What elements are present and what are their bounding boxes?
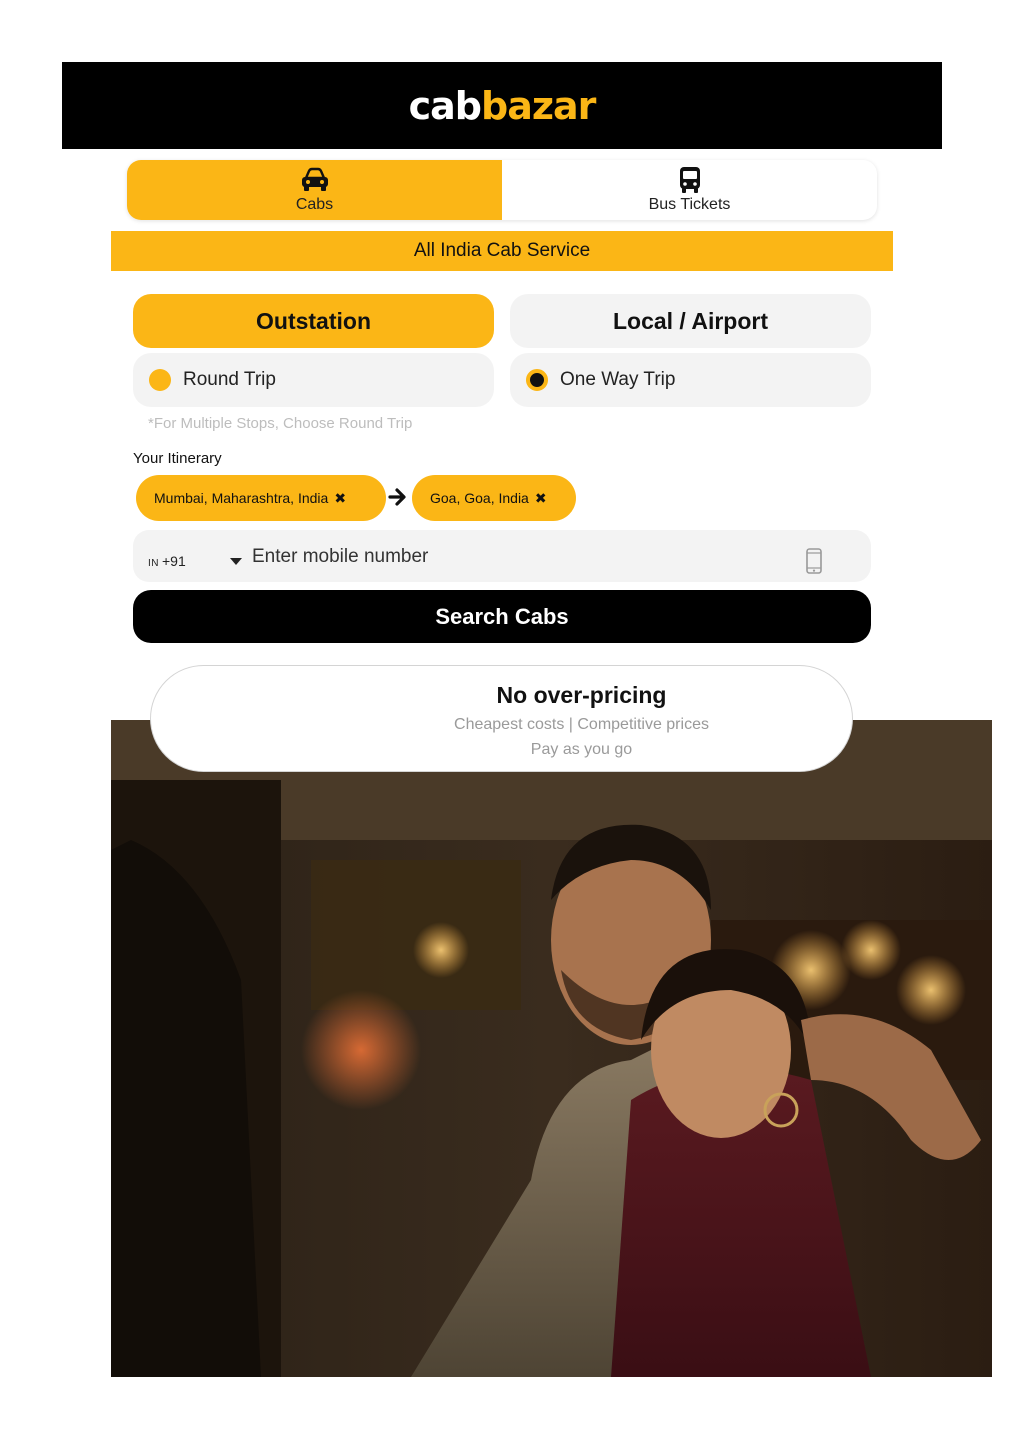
round-trip-label: Round Trip: [183, 369, 276, 390]
info-card-line-2: Pay as you go: [530, 741, 633, 758]
round-trip-option[interactable]: Round Trip: [133, 353, 494, 407]
dial-code: +91: [162, 553, 186, 569]
arrow-right-icon: [388, 488, 406, 506]
info-card-line-1: Cheapest costs | Competitive prices: [454, 716, 709, 733]
header-bar: cabbazar: [62, 62, 942, 149]
tab-cabs-label: Cabs: [295, 196, 334, 213]
service-banner: All India Cab Service: [111, 231, 893, 271]
tab-bus-tickets[interactable]: Bus Tickets: [502, 160, 877, 220]
bus-icon: [679, 167, 700, 193]
cabbazar-logo[interactable]: cabbazar: [408, 83, 597, 128]
itinerary-to-text: Goa, Goa, India: [430, 490, 529, 506]
one-way-trip-label: One Way Trip: [560, 369, 676, 390]
tab-bus-label: Bus Tickets: [648, 196, 731, 213]
itinerary-from-chip[interactable]: Mumbai, Maharashtra, India ✖: [136, 475, 386, 521]
itinerary-to-chip[interactable]: Goa, Goa, India ✖: [412, 475, 576, 521]
mobile-phone-icon: [806, 548, 822, 574]
car-icon: [301, 167, 328, 191]
itinerary-label: Your Itinerary: [133, 450, 222, 467]
info-card: No over-pricing Cheapest costs | Competi…: [150, 665, 853, 772]
one-way-trip-option[interactable]: One Way Trip: [510, 353, 871, 407]
multiple-stops-hint: *For Multiple Stops, Choose Round Trip: [148, 415, 413, 432]
country-code-select[interactable]: IN +91: [148, 553, 186, 569]
mobile-number-input[interactable]: [250, 540, 784, 574]
info-card-title: No over-pricing: [496, 682, 667, 708]
country-code: IN: [148, 558, 159, 569]
tab-cabs[interactable]: Cabs: [127, 160, 502, 220]
itinerary-from-text: Mumbai, Maharashtra, India: [154, 490, 329, 506]
logo-text-cab: cab: [408, 83, 482, 128]
couple-in-cab-photo: [111, 720, 992, 1377]
local-airport-button[interactable]: Local / Airport: [510, 294, 871, 348]
outstation-button[interactable]: Outstation: [133, 294, 494, 348]
remove-to-icon[interactable]: ✖: [535, 490, 547, 507]
chevron-down-icon[interactable]: [230, 558, 242, 565]
one-way-trip-radio[interactable]: [526, 369, 548, 391]
remove-from-icon[interactable]: ✖: [334, 490, 346, 507]
logo-text-bazar: bazar: [481, 83, 596, 128]
booking-type-tabs: Cabs Bus Tickets: [127, 160, 877, 220]
search-cabs-button[interactable]: Search Cabs: [133, 590, 871, 643]
mobile-number-field: IN +91: [133, 530, 871, 582]
round-trip-radio[interactable]: [149, 369, 171, 391]
